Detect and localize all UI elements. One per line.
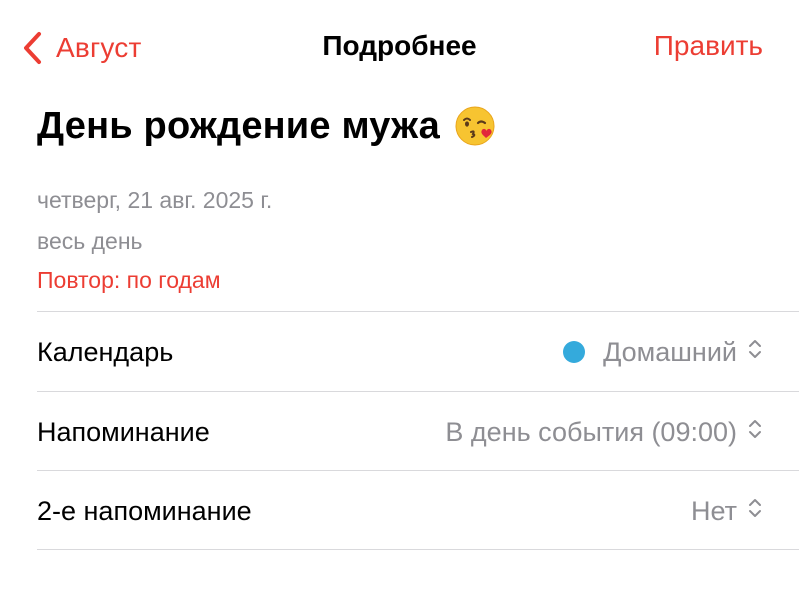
reminder-value: В день события (09:00) [445,416,737,447]
event-title: День рождение мужа [37,104,498,148]
event-date: четверг, 21 авг. 2025 г. [37,187,273,213]
chevron-up-down-icon [747,496,763,527]
navigation-bar: Август Подробнее Править [0,0,799,96]
divider [37,549,799,550]
second-reminder-row[interactable]: 2-е напоминание Нет [37,472,763,550]
divider [37,311,799,312]
calendar-name: Домашний [603,336,737,367]
chevron-up-down-icon [747,337,763,368]
calendar-color-dot-icon [563,341,586,363]
reminder-row-label: Напоминание [37,416,210,447]
event-details-screen: Август Подробнее Править День рождение м… [0,0,799,600]
divider [37,470,799,471]
second-reminder-row-value: Нет [691,496,763,527]
reminder-row[interactable]: Напоминание В день события (09:00) [37,393,763,471]
face-blowing-a-kiss-icon [454,104,498,148]
edit-button[interactable]: Править [654,30,763,62]
second-reminder-value: Нет [691,495,737,526]
event-repeat: Повтор: по годам [37,267,221,293]
second-reminder-row-label: 2-е напоминание [37,495,252,526]
event-title-text: День рождение мужа [37,104,441,147]
calendar-row[interactable]: Календарь Домашний [37,313,763,391]
calendar-row-value: Домашний [563,337,763,368]
divider [37,391,799,392]
event-all-day: весь день [37,228,143,254]
reminder-row-value: В день события (09:00) [445,417,763,448]
calendar-row-label: Календарь [37,336,174,367]
chevron-up-down-icon [747,417,763,448]
